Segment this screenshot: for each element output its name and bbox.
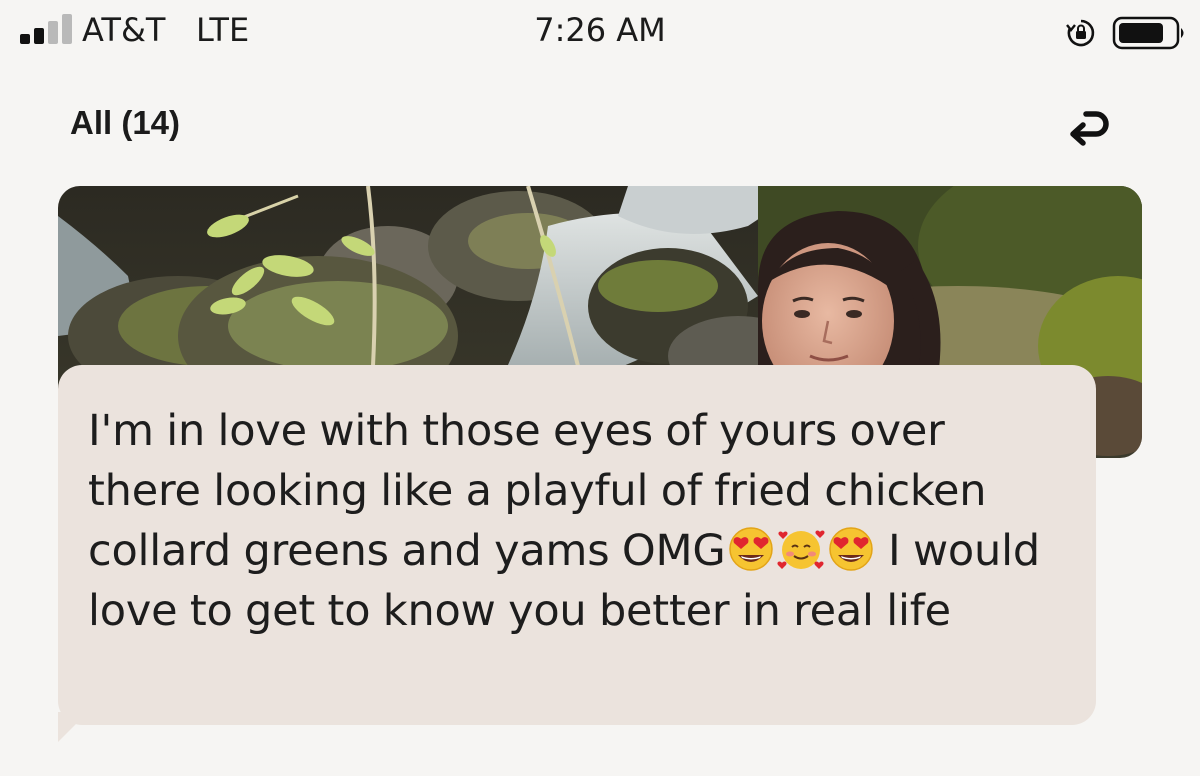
message-bubble[interactable]: I'm in love with those eyes of yours ove…	[58, 365, 1096, 725]
message-text: I'm in love with those eyes of yours ove…	[88, 401, 1066, 641]
reply-button[interactable]	[1056, 96, 1116, 156]
page-title[interactable]: All (14)	[70, 102, 180, 144]
screen: AT&T LTE 7:26 AM All (14) I'm in love wi…	[0, 0, 1200, 776]
heart-eyes-emoji	[726, 527, 776, 571]
status-time: 7:26 AM	[534, 11, 666, 49]
smiling-face-with-hearts-emoji	[776, 527, 826, 571]
status-bar: AT&T LTE 7:26 AM	[0, 0, 1200, 64]
reply-arrow-icon	[1070, 111, 1109, 146]
heart-eyes-emoji	[826, 527, 876, 571]
battery-icon	[1112, 14, 1188, 52]
rotation-lock-icon	[1066, 18, 1096, 48]
